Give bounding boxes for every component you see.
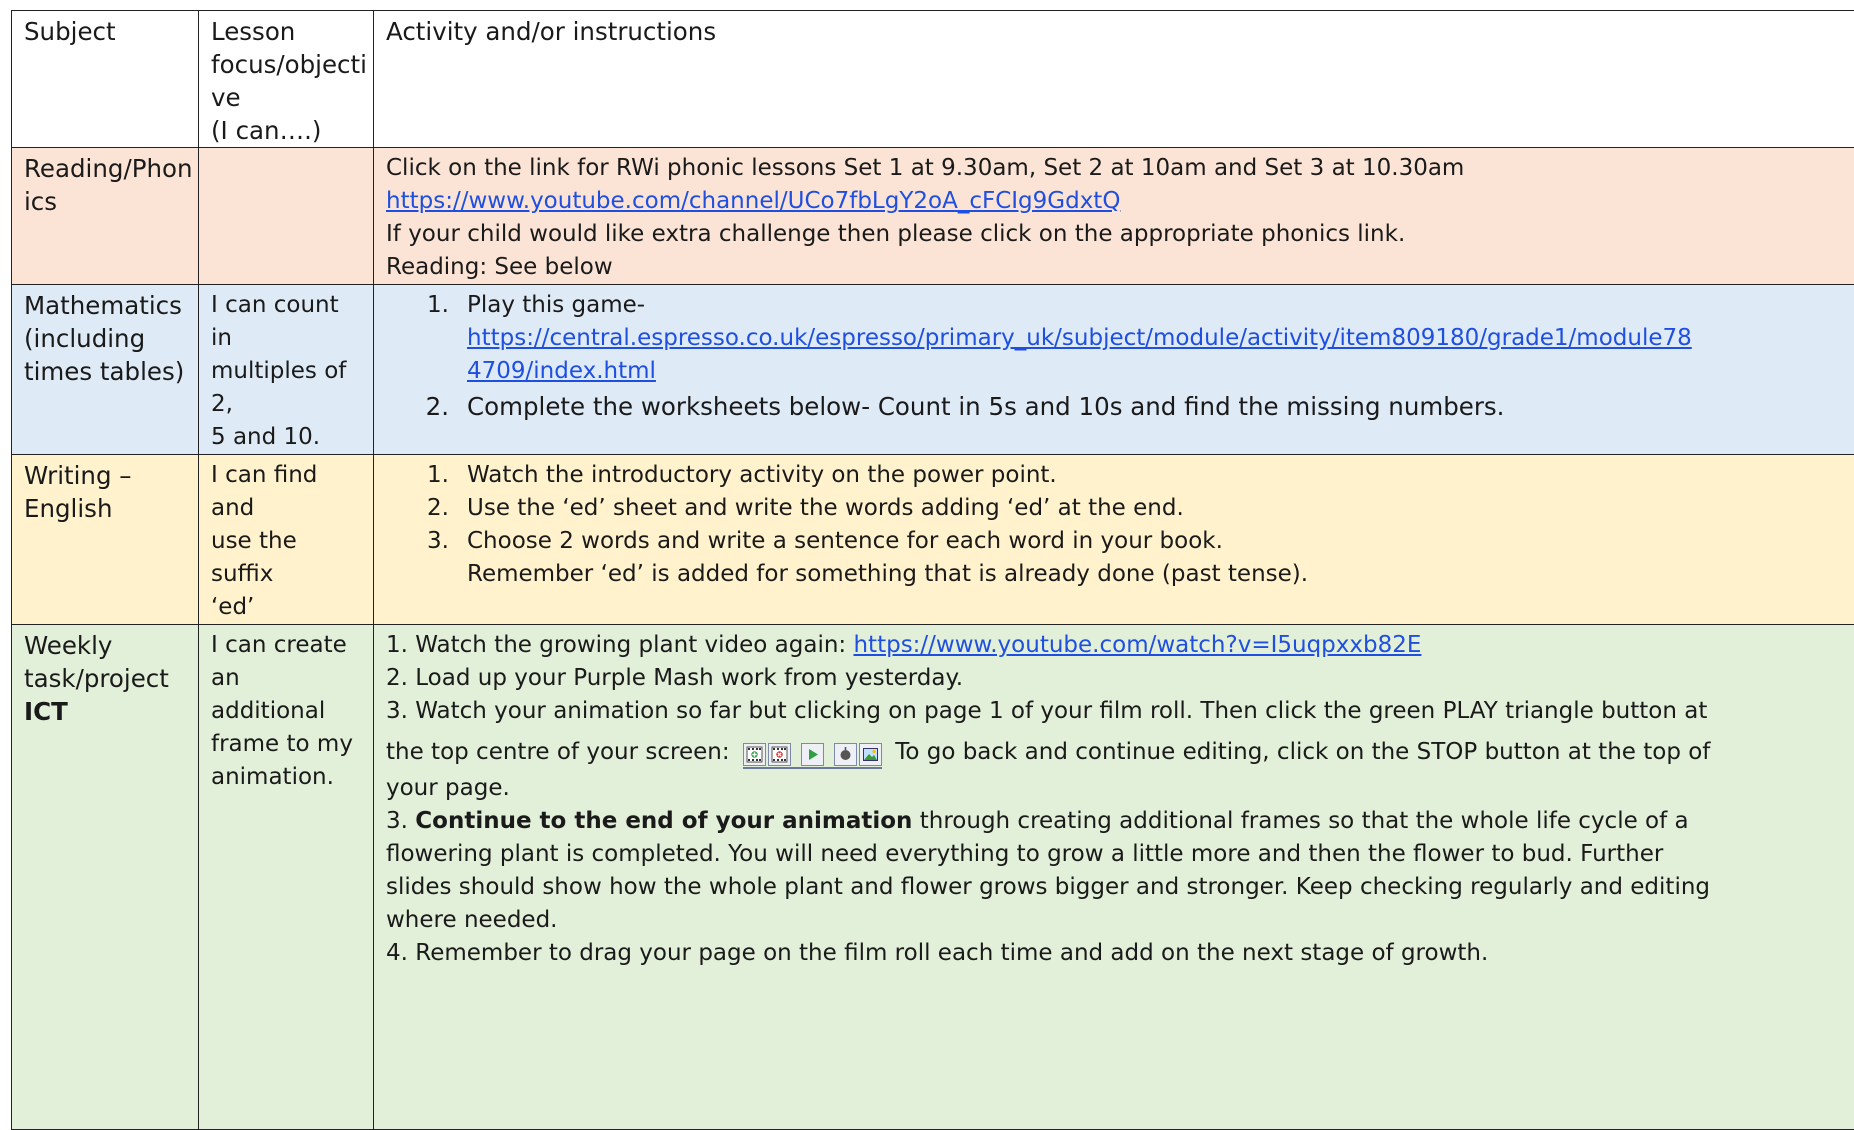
header-subject: Subject (12, 11, 199, 148)
writing-step-3-num: 3. (386, 525, 467, 558)
ict-step-4-line-1: through creating additional frames so th… (912, 808, 1688, 834)
writing-steps: 1.Watch the introductory activity on the… (386, 459, 1854, 591)
reading-activity-cell: Click on the link for RWi phonic lessons… (374, 148, 1854, 285)
writing-step-3-text: Choose 2 words and write a sentence for … (467, 525, 1223, 558)
ict-subject-line-1: Weekly (24, 629, 186, 662)
play-icon (801, 743, 824, 766)
maths-steps: 1. Play this game- https://central.espre… (386, 289, 1854, 423)
delete-frame-icon (768, 743, 791, 766)
espresso-game-link-part2[interactable]: 4709/index.html (467, 358, 656, 384)
header-focus-text: Lesson focus/objecti ve (I can….) (211, 15, 361, 147)
ict-focus-cell: I can create an additional frame to my a… (199, 625, 374, 1130)
ict-activity-cell: 1. Watch the growing plant video again: … (374, 625, 1854, 1130)
ict-step-5: 4. Remember to drag your page on the fil… (386, 937, 1854, 970)
animation-toolbar-image (743, 743, 882, 769)
writing-focus: I can find and use the suffix ‘ed’ (211, 459, 361, 624)
ict-subject-line-2: task/project (24, 662, 186, 695)
maths-step-1-text: Play this game- (467, 292, 645, 318)
ict-step-3-line-3: your page. (386, 772, 1854, 805)
maths-row: Mathematics (including times tables) I c… (12, 285, 1854, 455)
ict-step-4-bold: Continue to the end of your animation (415, 808, 912, 834)
reading-focus-cell (199, 148, 374, 285)
onion-skin-icon (834, 743, 857, 766)
growing-plant-video-link[interactable]: https://www.youtube.com/watch?v=I5uqpxxb… (853, 632, 1421, 658)
ict-step-4-line-2: flowering plant is completed. You will n… (386, 838, 1854, 871)
maths-subject: Mathematics (including times tables) (24, 289, 186, 388)
ict-step-3-line-2b: To go back and continue editing, click o… (888, 739, 1711, 765)
reading-line-3: If your child would like extra challenge… (386, 218, 1854, 251)
header-row: Subject Lesson focus/objecti ve (I can….… (12, 11, 1854, 148)
background-image-icon (859, 743, 882, 766)
writing-row: Writing – English I can find and use the… (12, 455, 1854, 625)
reading-row: Reading/Phon ics Click on the link for R… (12, 148, 1854, 285)
ict-row: Weekly task/project ICT I can create an … (12, 625, 1854, 1130)
writing-step-2-num: 2. (386, 492, 467, 525)
writing-note: Remember ‘ed’ is added for something tha… (386, 558, 1854, 591)
maths-step-1-num: 1. (386, 289, 467, 388)
maths-step-2-num: 2. (386, 390, 467, 423)
maths-step-1: 1. Play this game- https://central.espre… (386, 289, 1854, 388)
ict-focus: I can create an additional frame to my a… (211, 629, 361, 794)
writing-step-1-num: 1. (386, 459, 467, 492)
add-frame-icon (743, 743, 766, 766)
header-activity: Activity and/or instructions (374, 11, 1854, 148)
writing-subject: Writing – English (24, 459, 186, 525)
writing-subject-cell: Writing – English (12, 455, 199, 625)
ict-step-2: 2. Load up your Purple Mash work from ye… (386, 662, 1854, 695)
writing-note-text: Remember ‘ed’ is added for something tha… (467, 558, 1308, 591)
writing-step-1-text: Watch the introductory activity on the p… (467, 459, 1057, 492)
maths-subject-cell: Mathematics (including times tables) (12, 285, 199, 455)
maths-focus: I can count in multiples of 2, 5 and 10. (211, 289, 361, 454)
header-activity-text: Activity and/or instructions (386, 15, 1854, 48)
reading-subject: Reading/Phon ics (24, 152, 186, 218)
reading-line-4: Reading: See below (386, 251, 1854, 284)
writing-step-3: 3.Choose 2 words and write a sentence fo… (386, 525, 1854, 558)
ict-step-3-line-2a: the top centre of your screen: (386, 739, 737, 765)
maths-step-2-text: Complete the worksheets below- Count in … (467, 390, 1504, 423)
ict-step-4-line-4: where needed. (386, 904, 1854, 937)
ict-step-4-line-3: slides should show how the whole plant a… (386, 871, 1854, 904)
ict-step-4-prefix: 3. (386, 808, 415, 834)
lesson-plan-table: Subject Lesson focus/objecti ve (I can….… (11, 10, 1854, 1130)
maths-focus-cell: I can count in multiples of 2, 5 and 10. (199, 285, 374, 455)
writing-step-1: 1.Watch the introductory activity on the… (386, 459, 1854, 492)
writing-activity-cell: 1.Watch the introductory activity on the… (374, 455, 1854, 625)
espresso-game-link-part1[interactable]: https://central.espresso.co.uk/espresso/… (467, 325, 1692, 351)
ict-step-3-line-1: 3. Watch your animation so far but click… (386, 695, 1854, 728)
ict-subject-cell: Weekly task/project ICT (12, 625, 199, 1130)
phonics-channel-link[interactable]: https://www.youtube.com/channel/UCo7fbLg… (386, 188, 1120, 214)
writing-step-2: 2.Use the ‘ed’ sheet and write the words… (386, 492, 1854, 525)
reading-subject-cell: Reading/Phon ics (12, 148, 199, 285)
reading-line-1: Click on the link for RWi phonic lessons… (386, 152, 1854, 185)
writing-focus-cell: I can find and use the suffix ‘ed’ (199, 455, 374, 625)
writing-step-2-text: Use the ‘ed’ sheet and write the words a… (467, 492, 1184, 525)
ict-subject-bold: ICT (24, 695, 186, 728)
header-subject-text: Subject (24, 15, 186, 48)
maths-activity-cell: 1. Play this game- https://central.espre… (374, 285, 1854, 455)
header-focus: Lesson focus/objecti ve (I can….) (199, 11, 374, 148)
maths-step-2: 2. Complete the worksheets below- Count … (386, 390, 1854, 423)
ict-step-1-text: 1. Watch the growing plant video again: (386, 632, 853, 658)
